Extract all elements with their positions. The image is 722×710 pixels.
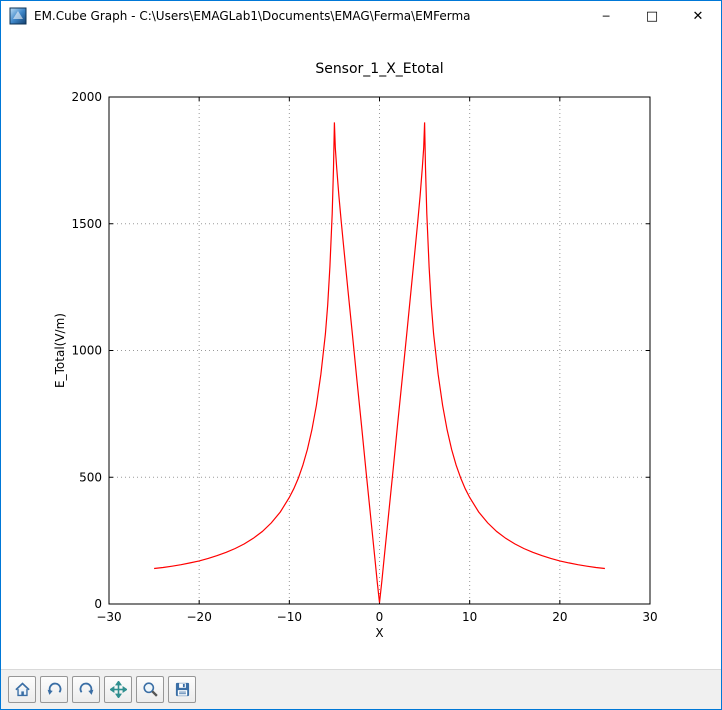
- y-tick-label: 1500: [71, 217, 102, 231]
- title-bar[interactable]: EM.Cube Graph - C:\Users\EMAGLab1\Docume…: [1, 1, 721, 31]
- series-line: [154, 122, 605, 603]
- figure-area: −30 −20 −10 0 10 20 30 0 500 1000 1500 2000 Sensor_1…: [1, 31, 721, 669]
- home-icon: [14, 682, 30, 697]
- pan-arrows-icon: [109, 681, 127, 698]
- zoom-button[interactable]: [136, 676, 164, 703]
- x-axis-label: X: [375, 626, 383, 640]
- app-window: EM.Cube Graph - C:\Users\EMAGLab1\Docume…: [0, 0, 722, 710]
- app-icon: [9, 7, 27, 25]
- save-button[interactable]: [168, 676, 196, 703]
- y-tick-label: 0: [94, 597, 102, 611]
- chart-svg[interactable]: −30 −20 −10 0 10 20 30 0 500 1000 1500 2000 Sensor_1…: [1, 31, 721, 669]
- x-tick-label: 0: [376, 610, 384, 624]
- back-arrow-icon: [47, 682, 61, 695]
- y-tick-label: 1000: [71, 344, 102, 358]
- maximize-button[interactable]: □: [629, 1, 675, 31]
- x-tick-label: 20: [552, 610, 567, 624]
- window-title: EM.Cube Graph - C:\Users\EMAGLab1\Docume…: [34, 9, 471, 23]
- navigation-toolbar: [1, 669, 721, 709]
- forward-button[interactable]: [72, 676, 100, 703]
- x-tick-label: −20: [187, 610, 212, 624]
- zoom-magnifier-icon: [142, 682, 158, 697]
- x-tick-label: −30: [96, 610, 121, 624]
- window-controls: ─ □ ✕: [583, 1, 721, 31]
- x-tick-label: 30: [642, 610, 657, 624]
- x-tick-label: 10: [462, 610, 477, 624]
- minimize-button[interactable]: ─: [583, 1, 629, 31]
- y-tick-label: 500: [79, 470, 102, 484]
- pan-button[interactable]: [104, 676, 132, 703]
- back-button[interactable]: [40, 676, 68, 703]
- x-tick-label: −10: [277, 610, 302, 624]
- close-button[interactable]: ✕: [675, 1, 721, 31]
- y-axis-label: E_Total(V/m): [53, 313, 67, 388]
- y-tick-label: 2000: [71, 90, 102, 104]
- chart-title: Sensor_1_X_Etotal: [315, 61, 443, 77]
- save-floppy-icon: [175, 682, 189, 697]
- home-button[interactable]: [8, 676, 36, 703]
- forward-arrow-icon: [79, 682, 93, 695]
